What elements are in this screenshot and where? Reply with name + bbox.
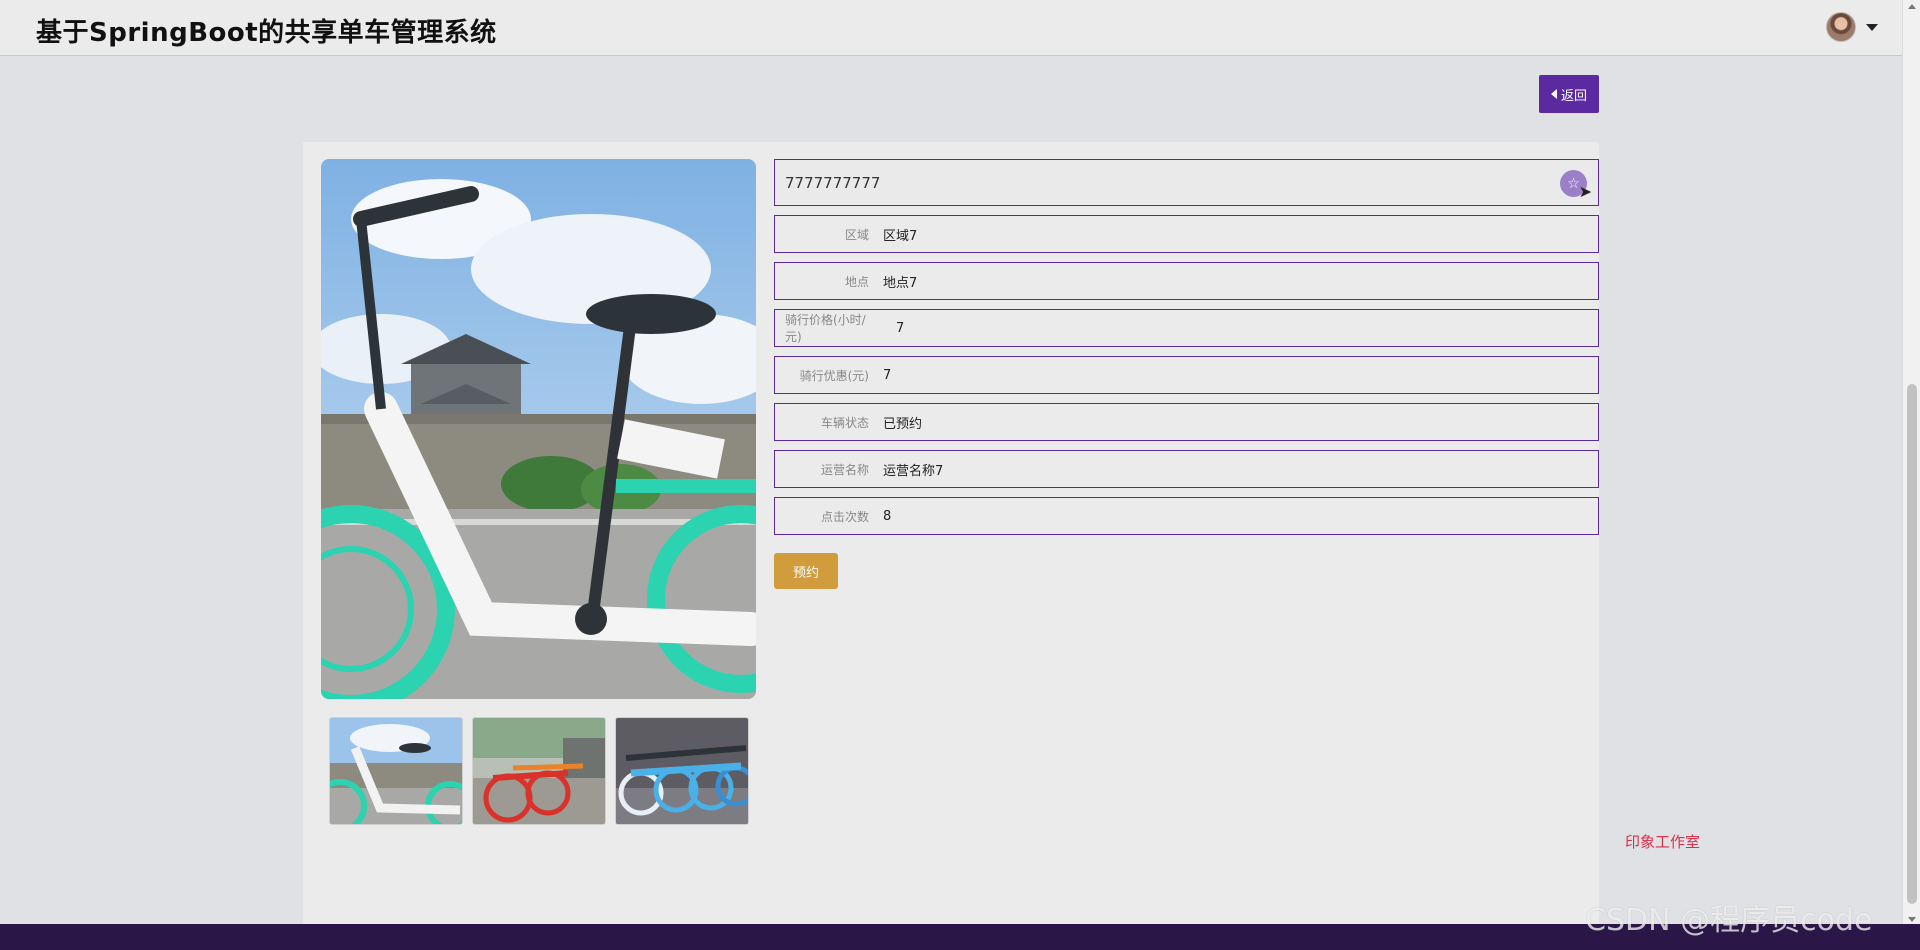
- thumbnail-2[interactable]: [472, 717, 606, 825]
- field-label: 骑行优惠(元): [799, 368, 869, 383]
- thumbnail-3[interactable]: [615, 717, 749, 825]
- reserve-button[interactable]: 预约: [774, 553, 838, 589]
- user-menu[interactable]: [1826, 11, 1878, 43]
- field-row-status: 车辆状态 已预约: [774, 403, 1599, 441]
- field-row-price: 骑行价格(小时/元) 7: [774, 309, 1599, 347]
- field-label: 地点: [844, 274, 869, 289]
- field-value: 8: [883, 508, 892, 524]
- watermark-text: CSDN @程序员code: [1585, 903, 1873, 938]
- bike-photo-main: [321, 159, 756, 699]
- scroll-down-icon[interactable]: [1908, 917, 1916, 922]
- field-label: 运营名称: [820, 462, 869, 477]
- field-label: 车辆状态: [820, 415, 869, 430]
- mouse-cursor-icon: ➤: [1578, 182, 1592, 201]
- field-row-clicks: 点击次数 8: [774, 497, 1599, 535]
- bike-name-row: 7777777777 ☆ ➤: [774, 159, 1599, 206]
- studio-label: 印象工作室: [1625, 833, 1701, 851]
- bike-name: 7777777777: [785, 173, 881, 192]
- bike-photo-3: [616, 718, 748, 824]
- bike-info: 7777777777 ☆ ➤ 区域 区域7 地点 地点7 骑行价格(小时/元) …: [774, 159, 1599, 589]
- back-button[interactable]: 返回: [1539, 75, 1599, 113]
- user-avatar-icon[interactable]: [1826, 12, 1856, 42]
- field-value: 区域7: [883, 228, 918, 244]
- field-value: 7: [896, 320, 905, 336]
- caret-down-icon[interactable]: [1866, 23, 1878, 31]
- page-scrollbar[interactable]: [1902, 0, 1920, 926]
- field-row-operator: 运营名称 运营名称7: [774, 450, 1599, 488]
- back-button-label: 返回: [1560, 87, 1587, 103]
- field-value: 7: [883, 367, 892, 383]
- detail-panel: 7777777777 ☆ ➤ 区域 区域7 地点 地点7 骑行价格(小时/元) …: [303, 142, 1599, 924]
- scroll-thumb[interactable]: [1907, 384, 1917, 904]
- field-row-location: 地点 地点7: [774, 262, 1599, 300]
- bike-photo-2: [473, 718, 605, 824]
- field-value: 地点7: [883, 275, 918, 291]
- scroll-up-icon[interactable]: [1908, 4, 1916, 9]
- thumbnail-strip: [329, 717, 749, 825]
- chevron-left-icon: [1550, 89, 1557, 99]
- main-bike-image: [321, 159, 756, 699]
- field-label: 点击次数: [820, 509, 869, 524]
- field-label: 骑行价格(小时/元): [785, 313, 866, 344]
- site-title: 基于SpringBoot的共享单车管理系统: [36, 18, 497, 48]
- thumbnail-1[interactable]: [329, 717, 463, 825]
- field-value: 运营名称7: [883, 463, 944, 479]
- field-value: 已预约: [883, 416, 923, 432]
- field-row-area: 区域 区域7: [774, 215, 1599, 253]
- field-label: 区域: [844, 227, 869, 242]
- bike-photo-1: [330, 718, 462, 824]
- field-row-discount: 骑行优惠(元) 7: [774, 356, 1599, 394]
- top-header: 基于SpringBoot的共享单车管理系统: [0, 0, 1902, 56]
